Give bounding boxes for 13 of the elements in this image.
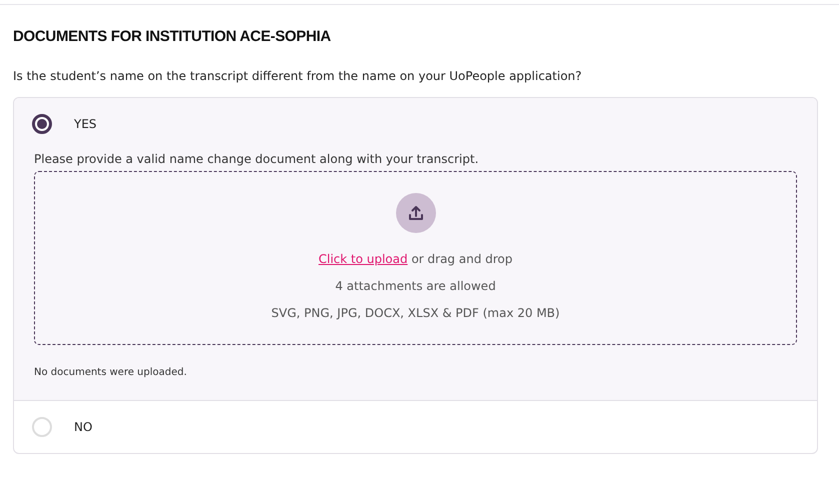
question-text: Is the student’s name on the transcript different from the name on your UoPeople application? [13, 68, 583, 84]
file-formats: SVG, PNG, JPG, DOCX, XLSX & PDF (max 20 MB) [271, 306, 560, 320]
section-title: DOCUMENTS FOR INSTITUTION ACE-SOPHIA [13, 27, 332, 47]
upload-link[interactable]: Click to upload [318, 252, 408, 266]
attachment-limit: 4 attachments are allowed [335, 279, 496, 293]
upload-instruction: Click to upload or drag and drop [318, 252, 513, 266]
instruction-text: Please provide a valid name change document along with your transcript. [34, 152, 480, 166]
upload-icon [396, 193, 436, 233]
option-label: NO [74, 420, 92, 434]
upload-status: No documents were uploaded. [34, 367, 188, 378]
radio-button[interactable] [32, 114, 52, 134]
upload-dropzone[interactable]: Click to upload or drag and drop 4 attachments are allowed SVG, PNG, JPG, DOCX, XLSX & PDF (max 20 MB) [34, 171, 797, 345]
option-label: YES [74, 117, 97, 131]
